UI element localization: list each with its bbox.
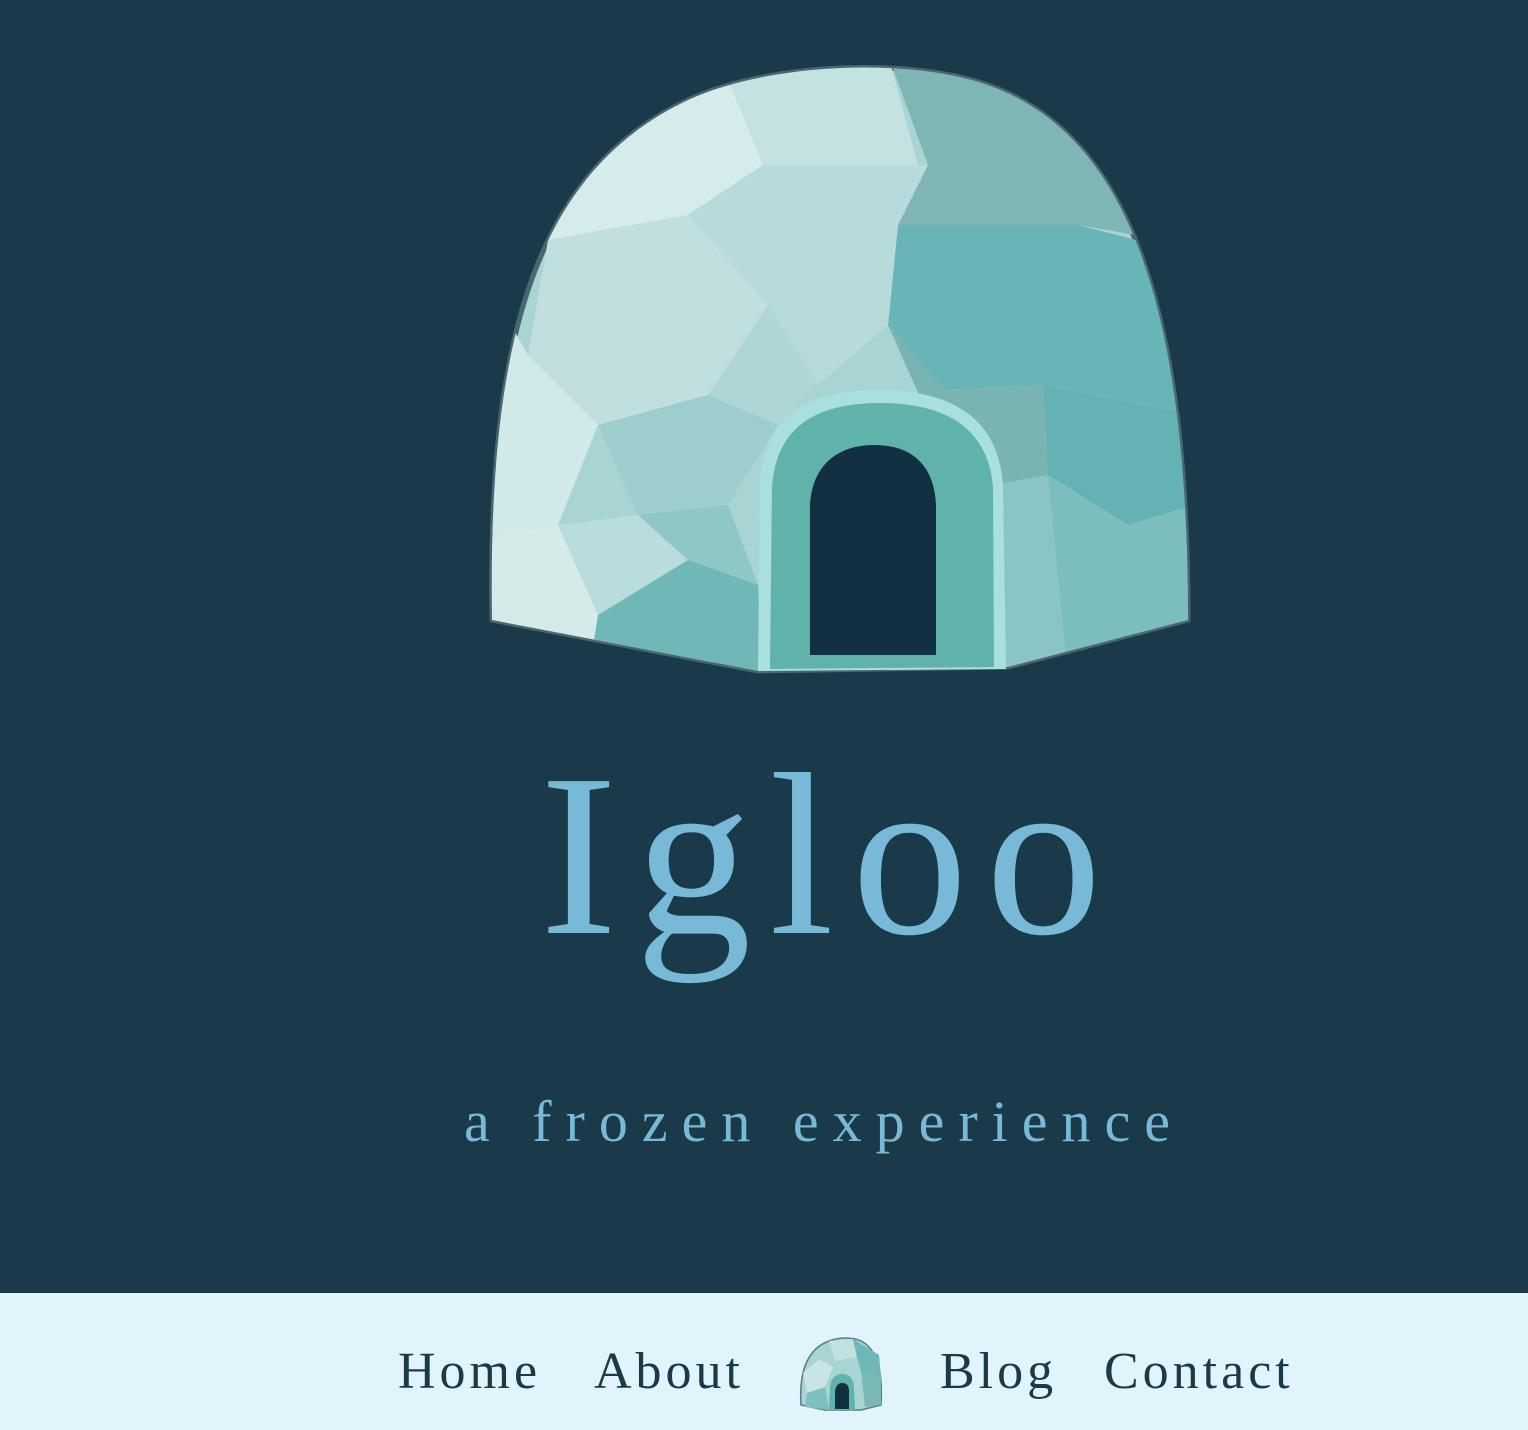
- igloo-icon[interactable]: [799, 1337, 883, 1411]
- hero-section: Igloo a frozen experience: [0, 0, 1528, 1293]
- bottom-navigation-bar: [0, 1293, 1528, 1430]
- nav-link-about[interactable]: About: [594, 1346, 744, 1398]
- igloo-icon: [489, 65, 1191, 674]
- site-title: Igloo: [540, 727, 1120, 984]
- site-title-container: Igloo: [540, 740, 1140, 1020]
- nav-link-home[interactable]: Home: [398, 1346, 541, 1398]
- nav-link-blog[interactable]: Blog: [940, 1346, 1057, 1398]
- site-tagline: a frozen experience: [463, 1089, 1184, 1154]
- nav-link-contact[interactable]: Contact: [1104, 1346, 1294, 1398]
